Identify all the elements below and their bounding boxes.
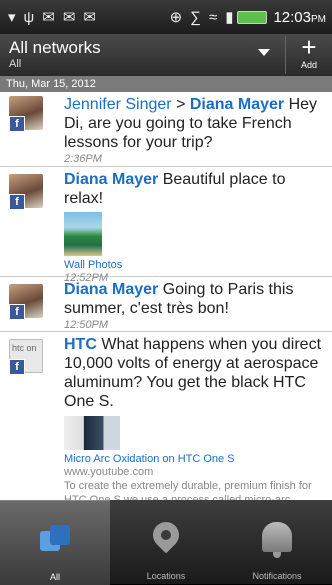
post-text: Diana Mayer Going to Paris this summer, …	[64, 281, 294, 317]
chevron-down-icon[interactable]	[258, 49, 270, 56]
author-link[interactable]: HTC	[64, 336, 97, 353]
battery-icon	[237, 10, 268, 24]
date-header: Thu, Mar 15, 2012	[0, 76, 332, 92]
feed-list[interactable]: f Jennifer Singer > Diana Mayer Hey Di, …	[0, 92, 332, 500]
feed-item[interactable]: f Diana Mayer Beautiful place to relax! …	[0, 167, 332, 284]
tab-notifications[interactable]: Notifications	[222, 500, 332, 584]
all-networks-icon	[38, 525, 72, 559]
wifi-icon: ≈	[208, 8, 218, 26]
cell-signal-icon: ▮	[225, 8, 234, 26]
mail-icon: ✉	[62, 8, 76, 26]
status-bar: ▾ ψ ✉ ✉ ✉ ⊕ ∑ ≈ ▮ 12:03PM	[0, 0, 332, 34]
signal-icon: ▾	[8, 8, 16, 26]
add-button[interactable]: + Add	[286, 34, 332, 76]
gps-icon: ⊕	[169, 8, 183, 26]
facebook-icon: f	[9, 194, 25, 210]
author-link[interactable]: Diana Mayer	[64, 281, 158, 298]
location-pin-icon	[147, 516, 185, 554]
bluetooth-icon: ∑	[190, 8, 201, 26]
link-domain: www.youtube.com	[64, 466, 154, 478]
mail-icon: ✉	[42, 8, 55, 26]
timestamp: 2:36PM	[64, 153, 102, 165]
video-link[interactable]: Micro Arc Oxidation on HTC One S	[64, 453, 324, 465]
feed-item[interactable]: f Jennifer Singer > Diana Mayer Hey Di, …	[0, 92, 332, 167]
status-time: 12:03PM	[273, 8, 326, 26]
link-description: To create the extremely durable, premium…	[64, 480, 312, 500]
timestamp: 12:50PM	[64, 319, 109, 331]
post-text: Jennifer Singer > Diana Mayer Hey Di, ar…	[64, 96, 318, 151]
facebook-icon: f	[9, 304, 25, 320]
bell-icon	[262, 522, 292, 558]
feed-item[interactable]: htc on f HTC What happens when you direc…	[0, 332, 332, 500]
facebook-icon: f	[9, 116, 25, 132]
tab-notifications-label: Notifications	[252, 571, 302, 581]
author-link[interactable]: Jennifer Singer	[64, 96, 172, 113]
tab-locations-label: Locations	[146, 571, 186, 581]
plus-icon: +	[301, 32, 317, 62]
tab-locations[interactable]: Locations	[111, 500, 221, 584]
gmail-icon: ✉	[83, 8, 96, 26]
recipient-link[interactable]: Diana Mayer	[190, 96, 284, 113]
bottom-nav: All Locations Notifications	[0, 500, 332, 585]
photo-thumbnail[interactable]	[64, 212, 102, 256]
album-link[interactable]: Wall Photos	[64, 259, 324, 271]
feed-item[interactable]: f Diana Mayer Going to Paris this summer…	[0, 277, 332, 332]
usb-icon: ψ	[23, 8, 35, 26]
post-text: Diana Mayer Beautiful place to relax!	[64, 171, 286, 207]
tab-all-label: All	[49, 572, 60, 582]
facebook-icon: f	[9, 359, 25, 375]
add-label: Add	[300, 60, 317, 70]
video-thumbnail[interactable]	[64, 416, 120, 450]
app-header: All networks All + Add	[0, 34, 332, 76]
post-text: HTC What happens when you direct 10,000 …	[64, 336, 322, 410]
network-filter-title[interactable]: All networks	[9, 38, 101, 58]
network-filter-subtitle: All	[9, 58, 22, 70]
tab-all[interactable]: All	[0, 500, 110, 585]
author-link[interactable]: Diana Mayer	[64, 171, 158, 188]
